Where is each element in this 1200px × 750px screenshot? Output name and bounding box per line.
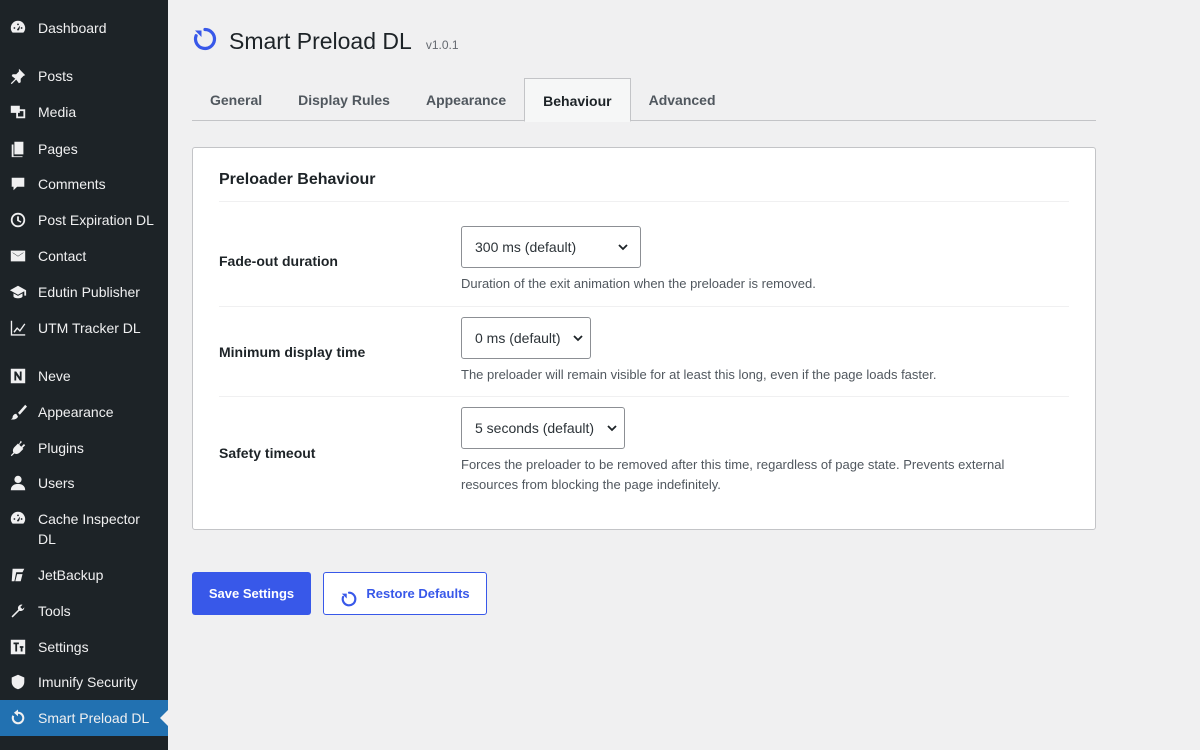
user-icon xyxy=(8,473,28,493)
settings-tabs: General Display Rules Appearance Behavio… xyxy=(192,78,1096,122)
sidebar-item-label: Appearance xyxy=(38,404,114,420)
sidebar-item-neve[interactable]: Neve xyxy=(0,366,168,386)
sidebar-item-users[interactable]: Users xyxy=(0,473,168,493)
tab-display-rules[interactable]: Display Rules xyxy=(280,78,408,121)
sidebar-item-utm-tracker[interactable]: UTM Tracker DL xyxy=(0,318,168,338)
sidebar-item-label: Tools xyxy=(38,603,71,619)
sidebar-item-label: Posts xyxy=(38,68,74,84)
dashboard-icon xyxy=(8,18,28,38)
sidebar-item-label: Contact xyxy=(38,248,87,264)
sidebar-item-contact[interactable]: Contact xyxy=(0,246,168,266)
setting-description: Duration of the exit animation when the … xyxy=(461,276,816,291)
media-icon xyxy=(8,102,28,122)
select-value: 5 seconds (default) xyxy=(475,420,595,436)
sidebar-item-appearance[interactable]: Appearance xyxy=(0,402,168,422)
sidebar-item-label: Media xyxy=(38,104,77,120)
sidebar-item-plugins[interactable]: Plugins xyxy=(0,438,168,458)
setting-row-fade-out: Fade-out duration 300 ms (default) Durat… xyxy=(219,226,1069,307)
clock-icon xyxy=(8,210,28,230)
sidebar-item-tools[interactable]: Tools xyxy=(0,601,168,621)
sidebar-item-label: Edutin Publisher xyxy=(38,284,140,300)
sidebar-item-label: Post Expiration DL xyxy=(38,212,154,228)
sidebar-item-cache-inspector[interactable]: Cache Inspector DL xyxy=(0,509,168,549)
sidebar-item-jetbackup[interactable]: JetBackup xyxy=(0,565,168,585)
dashboard-icon xyxy=(8,509,28,529)
sidebar-item-label: Imunify Security xyxy=(38,674,138,690)
sidebar-item-label: Cache Inspector DL xyxy=(38,511,140,547)
setting-description: Forces the preloader to be removed after… xyxy=(461,457,1005,492)
setting-label: Minimum display time xyxy=(219,344,366,360)
paintbrush-icon xyxy=(8,402,28,422)
setting-label: Fade-out duration xyxy=(219,253,338,269)
admin-sidebar: Dashboard Posts Media Pages Comments Pos… xyxy=(0,0,168,750)
safety-timeout-select[interactable]: 5 seconds (default) xyxy=(461,407,625,449)
select-value: 300 ms (default) xyxy=(475,239,577,255)
page-header: Smart Preload DL v1.0.1 xyxy=(192,26,459,57)
sidebar-item-label: UTM Tracker DL xyxy=(38,320,141,336)
sidebar-item-post-expiration[interactable]: Post Expiration DL xyxy=(0,210,168,230)
sidebar-item-settings[interactable]: Settings xyxy=(0,637,168,657)
sidebar-item-label: Pages xyxy=(38,141,78,157)
sidebar-item-pages[interactable]: Pages xyxy=(0,139,168,159)
sidebar-item-label: Comments xyxy=(38,176,106,192)
sidebar-item-media[interactable]: Media xyxy=(0,102,168,122)
settings-card: Preloader Behaviour Fade-out duration 30… xyxy=(192,147,1096,530)
sidebar-item-label: Settings xyxy=(38,639,89,655)
tab-behaviour[interactable]: Behaviour xyxy=(524,78,631,122)
sidebar-item-label: Smart Preload DL xyxy=(38,710,150,726)
chart-line-icon xyxy=(8,318,28,338)
setting-row-min-display: Minimum display time 0 ms (default) The … xyxy=(219,317,1069,397)
setting-description: The preloader will remain visible for at… xyxy=(461,367,937,382)
divider xyxy=(219,306,1069,307)
pushpin-icon xyxy=(8,66,28,86)
divider xyxy=(219,396,1069,397)
comment-icon xyxy=(8,174,28,194)
refresh-icon xyxy=(8,708,28,728)
wrench-icon xyxy=(8,601,28,621)
page-icon xyxy=(8,139,28,159)
chevron-down-icon xyxy=(607,425,617,432)
card-title: Preloader Behaviour xyxy=(219,171,376,188)
tab-advanced[interactable]: Advanced xyxy=(631,78,734,121)
settings-icon xyxy=(8,637,28,657)
page-title: Smart Preload DL xyxy=(229,28,412,54)
restore-defaults-button[interactable]: Restore Defaults xyxy=(323,572,487,615)
envelope-icon xyxy=(8,246,28,266)
minimum-display-time-select[interactable]: 0 ms (default) xyxy=(461,317,591,359)
sidebar-item-smart-preload[interactable]: Smart Preload DL xyxy=(0,700,168,736)
refresh-icon xyxy=(341,591,357,606)
jetbackup-icon xyxy=(8,565,28,585)
fade-out-duration-select[interactable]: 300 ms (default) xyxy=(461,226,641,268)
sidebar-item-label: Plugins xyxy=(38,440,84,456)
divider xyxy=(219,201,1069,202)
sidebar-item-comments[interactable]: Comments xyxy=(0,174,168,194)
sidebar-item-imunify[interactable]: Imunify Security xyxy=(0,672,168,692)
sidebar-item-label: JetBackup xyxy=(38,567,104,583)
refresh-icon xyxy=(192,26,218,57)
setting-row-safety-timeout: Safety timeout 5 seconds (default) Force… xyxy=(219,407,1069,507)
sidebar-item-dashboard[interactable]: Dashboard xyxy=(0,18,168,38)
tab-general[interactable]: General xyxy=(192,78,280,121)
sidebar-item-label: Neve xyxy=(38,368,71,384)
button-label: Restore Defaults xyxy=(366,586,470,601)
tab-appearance[interactable]: Appearance xyxy=(408,78,524,121)
save-settings-button[interactable]: Save Settings xyxy=(192,572,311,615)
neve-logo-icon xyxy=(8,366,28,386)
graduation-cap-icon xyxy=(8,282,28,302)
chevron-down-icon xyxy=(618,244,628,251)
sidebar-item-edutin-publisher[interactable]: Edutin Publisher xyxy=(0,282,168,302)
setting-label: Safety timeout xyxy=(219,445,316,461)
version-label: v1.0.1 xyxy=(425,37,459,52)
plugin-icon xyxy=(8,438,28,458)
shield-icon xyxy=(8,672,28,692)
chevron-down-icon xyxy=(573,335,583,342)
sidebar-item-posts[interactable]: Posts xyxy=(0,66,168,86)
select-value: 0 ms (default) xyxy=(475,330,561,346)
sidebar-item-label: Users xyxy=(38,475,75,491)
sidebar-item-label: Dashboard xyxy=(38,20,107,36)
